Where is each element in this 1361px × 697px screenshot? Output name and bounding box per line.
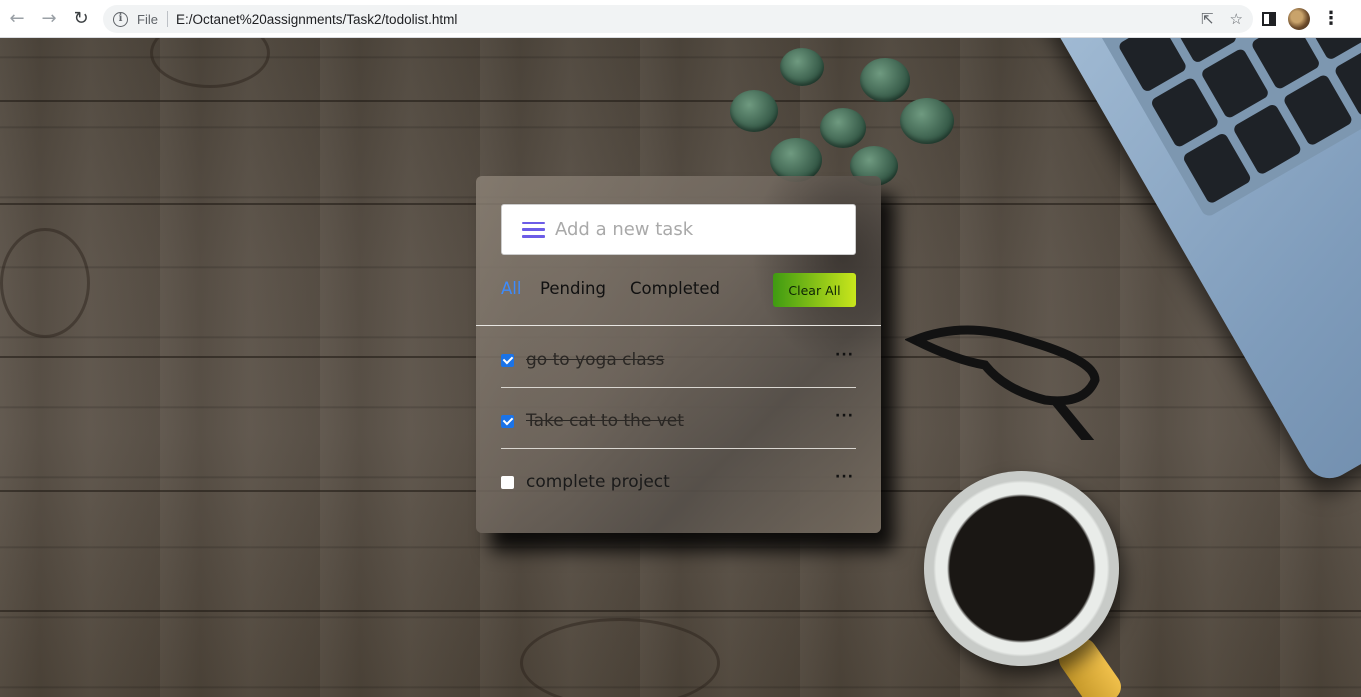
todo-card: All Pending Completed Clear All go to yo… (476, 176, 881, 533)
ellipsis-icon[interactable]: ··· (835, 347, 854, 363)
list-divider (476, 325, 881, 326)
task-text: complete project (526, 472, 670, 492)
star-icon[interactable]: ☆ (1230, 10, 1243, 28)
task-checkbox[interactable] (501, 475, 514, 489)
task-item: complete project ··· (501, 449, 856, 510)
profile-avatar[interactable] (1288, 8, 1310, 30)
back-button[interactable]: ← (1, 3, 33, 35)
omnibox-actions: ⇱ ☆ (1201, 5, 1243, 33)
task-item: go to yoga class ··· (501, 327, 856, 388)
plant-leaf (730, 90, 778, 132)
browser-toolbar: ← → ↻ i File E:/Octanet%20assignments/Ta… (0, 0, 1361, 38)
kebab-menu-icon[interactable]: ⋮ (1322, 10, 1340, 28)
task-row: complete project (501, 471, 670, 493)
laptop-keyboard (1071, 38, 1361, 219)
ellipsis-icon[interactable]: ··· (835, 408, 854, 424)
plant-leaf (820, 108, 866, 148)
task-item: Take cat to the vet ··· (501, 388, 856, 449)
filter-completed[interactable]: Completed (630, 279, 720, 298)
reload-button[interactable]: ↻ (65, 3, 97, 35)
task-row: go to yoga class (501, 349, 664, 371)
arrow-left-icon: ← (9, 8, 25, 29)
scheme-label: File (137, 11, 158, 27)
task-text: Take cat to the vet (526, 411, 684, 431)
filter-all[interactable]: All (501, 279, 521, 298)
task-input-wrapper (501, 204, 856, 255)
eyeglasses-image (905, 325, 1100, 440)
task-checkbox[interactable] (501, 353, 514, 367)
reload-icon: ↻ (73, 8, 89, 29)
wood-knot (150, 38, 270, 88)
filter-controls: All Pending Completed Clear All (501, 273, 856, 307)
task-row: Take cat to the vet (501, 410, 684, 432)
task-input[interactable] (555, 219, 845, 240)
share-icon[interactable]: ⇱ (1201, 10, 1214, 28)
plant-leaf (900, 98, 954, 144)
address-bar[interactable]: i File E:/Octanet%20assignments/Task2/to… (103, 5, 1253, 33)
plant-leaf (860, 58, 910, 102)
wood-knot (0, 228, 90, 338)
wood-plank-line (0, 610, 1361, 612)
task-checkbox[interactable] (501, 414, 514, 428)
ellipsis-icon[interactable]: ··· (835, 469, 854, 485)
info-icon[interactable]: i (113, 11, 128, 27)
side-panel-icon[interactable] (1262, 12, 1276, 26)
coffee-mug-image (924, 471, 1119, 666)
url-text[interactable]: E:/Octanet%20assignments/Task2/todolist.… (176, 12, 457, 27)
filter-pending[interactable]: Pending (540, 279, 606, 298)
omnibox-divider (166, 11, 168, 27)
clear-all-button[interactable]: Clear All (773, 273, 856, 307)
plant-leaf (780, 48, 824, 86)
browser-actions: ⋮ (1262, 5, 1340, 33)
forward-button[interactable]: → (33, 3, 65, 35)
menu-lines-icon (522, 221, 545, 238)
arrow-right-icon: → (41, 8, 57, 29)
wood-knot (520, 618, 720, 697)
task-text: go to yoga class (526, 350, 665, 370)
